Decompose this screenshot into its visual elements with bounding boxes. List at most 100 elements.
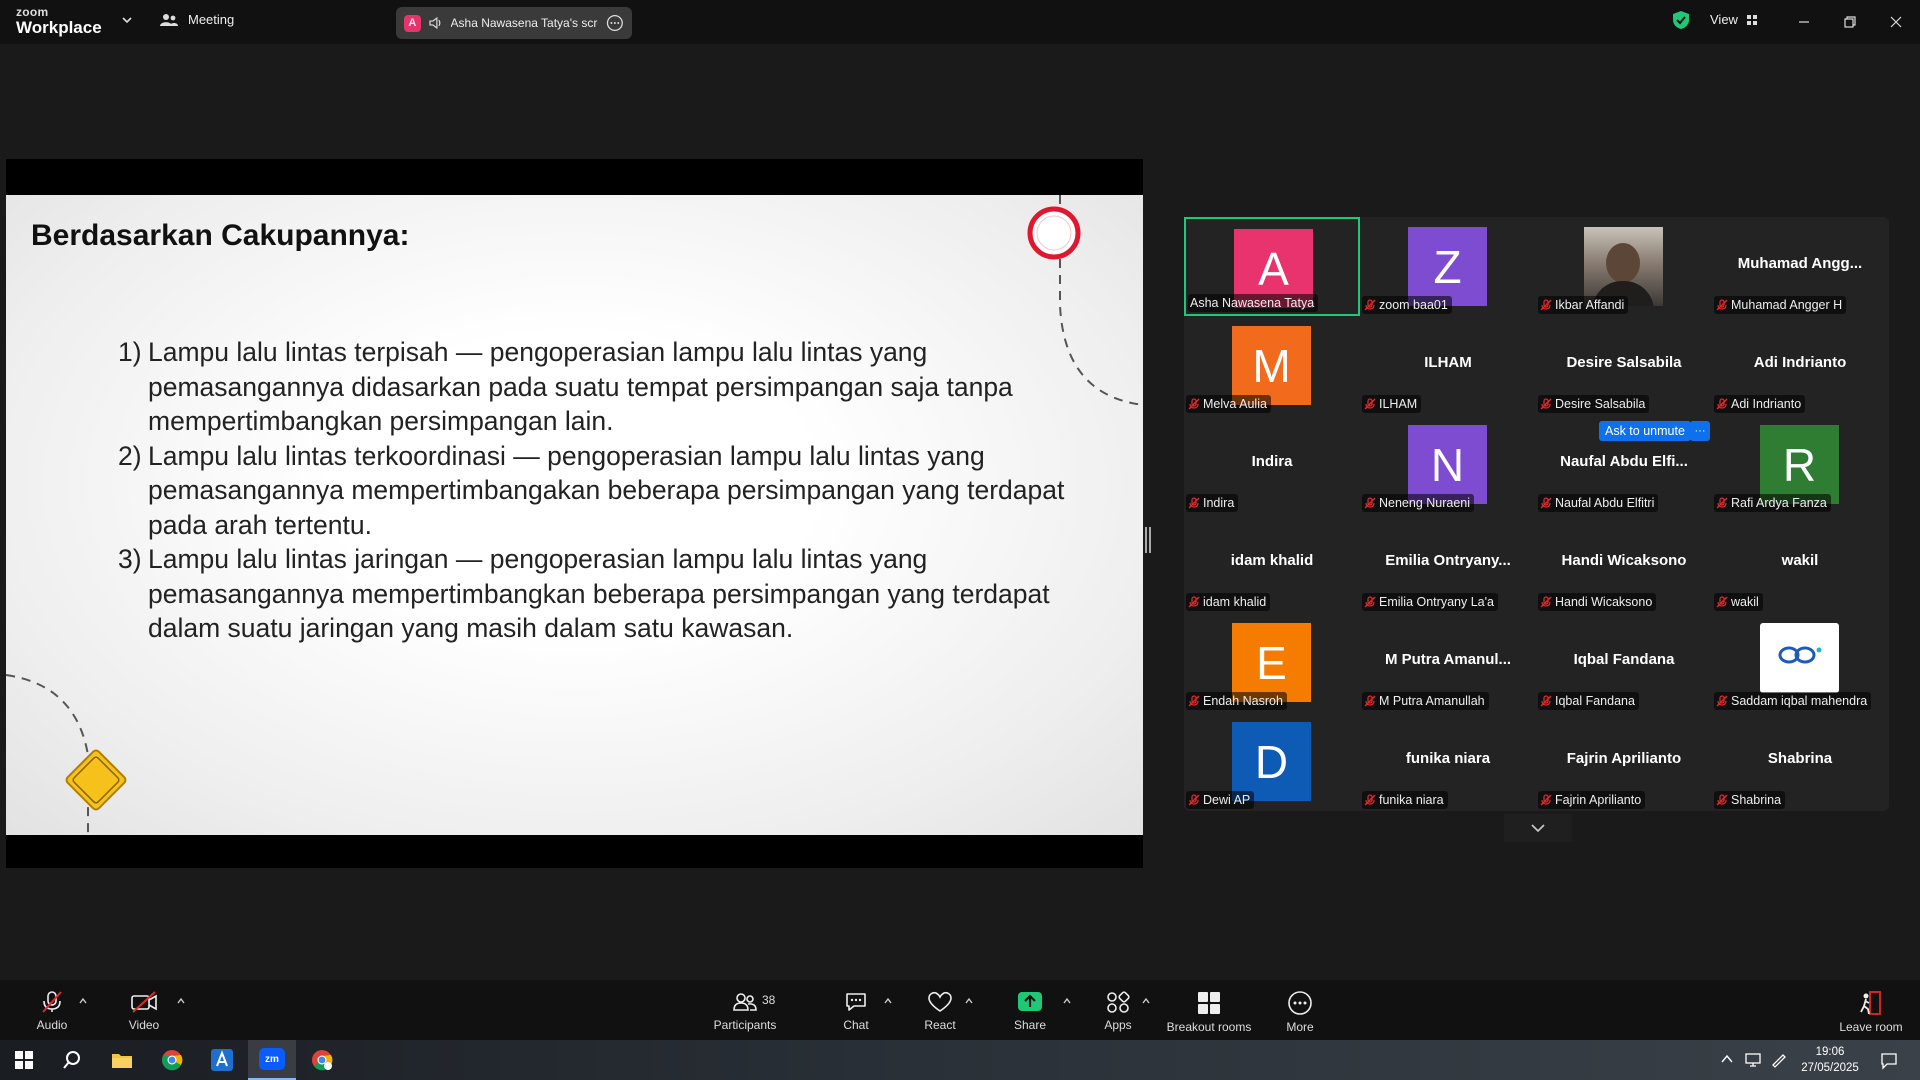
ask-to-unmute-button[interactable]: Ask to unmute bbox=[1599, 421, 1691, 441]
react-label: React bbox=[924, 1018, 956, 1032]
participant-display-name: Fajrin Aprilianto bbox=[1566, 750, 1682, 767]
video-button[interactable]: Video bbox=[124, 980, 164, 1040]
tile-more-button[interactable]: ··· bbox=[1690, 421, 1710, 441]
notification-icon[interactable] bbox=[1880, 1052, 1898, 1070]
breakout-rooms-button[interactable]: Breakout rooms bbox=[1166, 980, 1252, 1040]
participant-tile[interactable]: D Dewi AP bbox=[1184, 712, 1360, 811]
participant-name-label: Handi Wicaksono bbox=[1538, 593, 1657, 611]
screen-share-indicator[interactable]: A Asha Nawasena Tatya's screen bbox=[396, 7, 632, 39]
restore-icon bbox=[1844, 16, 1856, 28]
chrome-button[interactable] bbox=[148, 1040, 196, 1080]
participant-name: wakil bbox=[1731, 595, 1759, 609]
participant-tile[interactable]: Adi Indrianto Adi Indrianto bbox=[1712, 316, 1888, 415]
brand-small: zoom bbox=[16, 5, 49, 19]
start-button[interactable] bbox=[0, 1040, 48, 1080]
chrome-icon bbox=[162, 1050, 183, 1071]
react-options-caret-icon[interactable] bbox=[964, 996, 974, 1006]
mic-muted-icon bbox=[1364, 497, 1376, 509]
avatar: Z bbox=[1408, 227, 1487, 306]
mic-muted-icon bbox=[1188, 695, 1200, 707]
participant-tile[interactable]: A Asha Nawasena Tatya bbox=[1184, 217, 1360, 316]
participant-tile[interactable]: M Melva Aulia bbox=[1184, 316, 1360, 415]
participant-name: Naufal Abdu Elfitri bbox=[1555, 496, 1655, 510]
participant-tile[interactable]: Zzoom baa01 bbox=[1360, 217, 1536, 316]
network-icon[interactable] bbox=[1744, 1052, 1762, 1068]
audio-label: Audio bbox=[36, 1018, 68, 1032]
participant-name-label: Fajrin Aprilianto bbox=[1538, 791, 1646, 809]
participant-name-label: Rafi Ardya Fanza bbox=[1714, 494, 1831, 512]
more-options-icon[interactable] bbox=[606, 14, 624, 32]
participant-tile[interactable]: Indira Indira bbox=[1184, 415, 1360, 514]
clock-time: 19:06 bbox=[1815, 1046, 1845, 1058]
participant-tile[interactable]: Fajrin Aprilianto Fajrin Aprilianto bbox=[1536, 712, 1712, 811]
pen-icon[interactable] bbox=[1770, 1052, 1788, 1068]
gallery-next-page-button[interactable] bbox=[1504, 814, 1572, 842]
decorative-circle-icon bbox=[1027, 206, 1081, 260]
participant-tile[interactable]: ILHAM ILHAM bbox=[1360, 316, 1536, 415]
apps-options-caret-icon[interactable] bbox=[1141, 996, 1151, 1006]
restore-button[interactable] bbox=[1838, 10, 1862, 34]
participant-tile[interactable]: Handi Wicaksono Handi Wicaksono bbox=[1536, 514, 1712, 613]
view-label: View bbox=[1710, 12, 1738, 27]
participant-tile[interactable]: Shabrina Shabrina bbox=[1712, 712, 1888, 811]
participant-tile[interactable]: Muhamad Angg... Muhamad Angger H bbox=[1712, 217, 1888, 316]
participant-tile[interactable]: E Endah Nasroh bbox=[1184, 613, 1360, 712]
participants-button[interactable]: Participants bbox=[712, 980, 778, 1040]
participant-display-name: Desire Salsabila bbox=[1566, 354, 1682, 371]
mic-muted-icon bbox=[1716, 695, 1728, 707]
participant-name-label: Neneng Nuraeni bbox=[1362, 494, 1475, 512]
participant-tile[interactable]: N Neneng Nuraeni bbox=[1360, 415, 1536, 514]
participant-tile[interactable]: Desire Salsabila Desire Salsabila bbox=[1536, 316, 1712, 415]
share-options-caret-icon[interactable] bbox=[1062, 996, 1072, 1006]
react-button[interactable]: React bbox=[920, 980, 960, 1040]
zoom-workplace-logo[interactable]: zoom Workplace bbox=[16, 6, 102, 36]
close-button[interactable] bbox=[1884, 10, 1908, 34]
audio-button[interactable]: Audio bbox=[32, 980, 72, 1040]
participant-tile[interactable]: M Putra Amanul... M Putra Amanullah bbox=[1360, 613, 1536, 712]
list-text: Lampu lalu lintas terpisah — pengoperasi… bbox=[148, 337, 1013, 436]
participant-tile[interactable]: R Rafi Ardya Fanza bbox=[1712, 415, 1888, 514]
apps-button[interactable]: Apps bbox=[1098, 980, 1138, 1040]
slide-list-item: 2) Lampu lalu lintas terkoordinasi — peng… bbox=[118, 439, 1078, 543]
azure-app-button[interactable] bbox=[198, 1040, 246, 1080]
mic-muted-icon bbox=[1188, 398, 1200, 410]
chevron-down-icon[interactable] bbox=[122, 15, 132, 25]
split-resize-handle[interactable] bbox=[1145, 527, 1151, 553]
participant-tile[interactable]: wakil wakil bbox=[1712, 514, 1888, 613]
share-screen-button[interactable]: Share bbox=[1010, 980, 1050, 1040]
participant-tile[interactable]: Emilia Ontryany... Emilia Ontryany La'a bbox=[1360, 514, 1536, 613]
zoom-taskbar-button[interactable]: zm bbox=[248, 1040, 296, 1080]
audio-options-caret-icon[interactable] bbox=[78, 996, 88, 1006]
more-button[interactable]: More bbox=[1280, 980, 1320, 1040]
participant-tile[interactable]: funika niara funika niara bbox=[1360, 712, 1536, 811]
file-explorer-button[interactable] bbox=[98, 1040, 146, 1080]
participant-tile[interactable]: Ikbar Affandi bbox=[1536, 217, 1712, 316]
participant-name-label: Asha Nawasena Tatya bbox=[1188, 294, 1319, 312]
search-button[interactable] bbox=[48, 1040, 96, 1080]
mic-muted-icon bbox=[1540, 695, 1552, 707]
view-button[interactable]: View bbox=[1710, 12, 1758, 27]
grid-view-icon bbox=[1746, 14, 1757, 25]
chat-options-caret-icon[interactable] bbox=[883, 996, 893, 1006]
minimize-button[interactable] bbox=[1792, 10, 1816, 34]
video-options-caret-icon[interactable] bbox=[176, 996, 186, 1006]
video-thumbnail bbox=[1584, 227, 1663, 306]
leave-room-button[interactable]: Leave room bbox=[1836, 980, 1906, 1040]
security-shield-icon[interactable] bbox=[1672, 10, 1690, 30]
participant-tile[interactable]: Iqbal Fandana Iqbal Fandana bbox=[1536, 613, 1712, 712]
participant-tile[interactable]: idam khalid idam khalid bbox=[1184, 514, 1360, 613]
meeting-button[interactable]: Meeting bbox=[160, 12, 234, 27]
participant-display-name: Handi Wicaksono bbox=[1561, 552, 1687, 569]
avatar: M bbox=[1232, 326, 1311, 405]
chat-button[interactable]: Chat bbox=[836, 980, 876, 1040]
chevron-up-icon[interactable] bbox=[1720, 1052, 1734, 1066]
participant-name-label: Melva Aulia bbox=[1186, 395, 1271, 413]
breakout-rooms-icon bbox=[1198, 992, 1220, 1014]
participant-name: Iqbal Fandana bbox=[1555, 694, 1635, 708]
chrome-profile-button[interactable] bbox=[298, 1040, 346, 1080]
minimize-icon bbox=[1799, 21, 1809, 23]
participant-display-name: funika niara bbox=[1405, 750, 1491, 767]
participant-tile[interactable]: Saddam iqbal mahendra bbox=[1712, 613, 1888, 712]
system-clock[interactable]: 19:06 27/05/2025 bbox=[1790, 1044, 1870, 1076]
participant-name: Emilia Ontryany La'a bbox=[1379, 595, 1494, 609]
